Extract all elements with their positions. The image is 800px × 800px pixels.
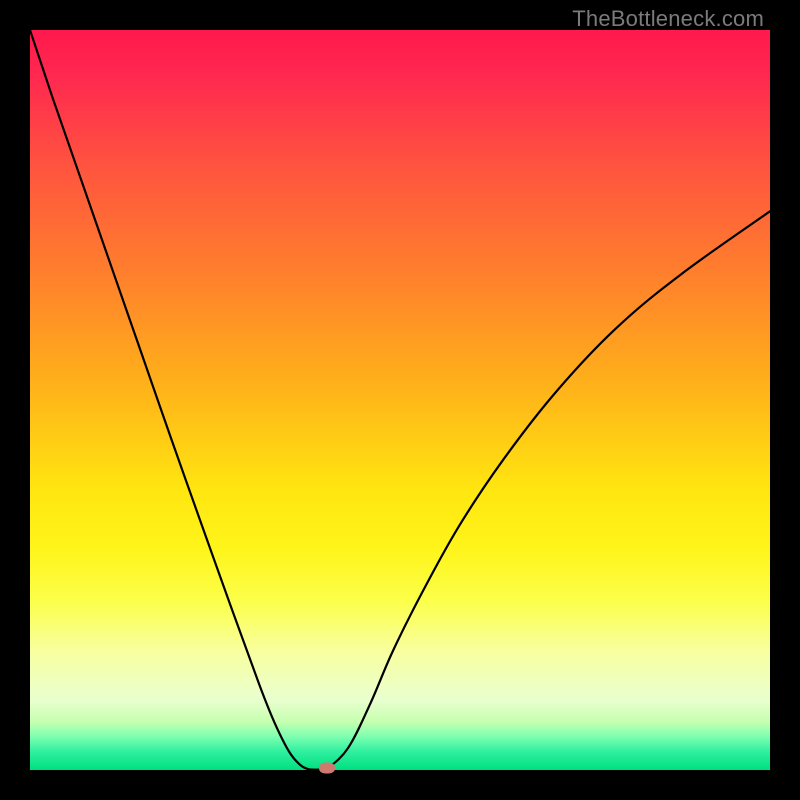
- plot-area: [30, 30, 770, 770]
- optimal-point-marker: [319, 762, 335, 773]
- watermark-text: TheBottleneck.com: [572, 6, 764, 32]
- gradient-background: [30, 30, 770, 770]
